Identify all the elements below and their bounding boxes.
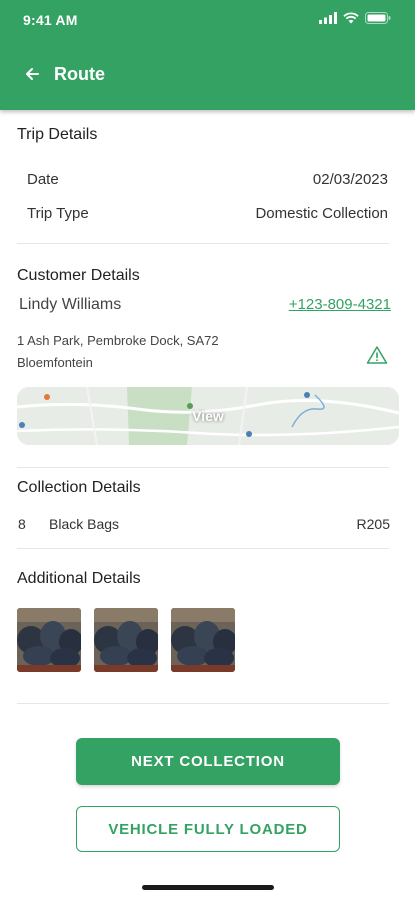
nav-bar: Route [20,62,105,86]
collection-item: Black Bags [49,516,120,532]
trip-type-label: Trip Type [27,205,89,222]
trip-type-value: Domestic Collection [255,205,388,222]
map-preview[interactable]: View [17,387,399,445]
collection-quantity: 8 [18,516,26,532]
additional-details-title: Additional Details [17,570,141,587]
collection-price: R205 [356,516,390,532]
next-collection-button[interactable]: NEXT COLLECTION [76,738,340,785]
app-header: 9:41 AM Route [0,0,415,110]
status-icons [319,12,391,24]
garbage-bags-photo [94,608,158,672]
photo-thumbnail[interactable] [171,608,235,672]
customer-details-title: Customer Details [17,267,140,284]
customer-address-line1: 1 Ash Park, Pembroke Dock, SA72 [17,333,219,348]
divider [17,548,389,549]
garbage-bags-photo [171,608,235,672]
customer-phone-link[interactable]: +123-809-4321 [289,296,391,313]
back-button[interactable] [20,62,44,86]
date-value: 02/03/2023 [312,171,388,188]
vehicle-fully-loaded-button[interactable]: VEHICLE FULLY LOADED [76,806,340,852]
divider [17,467,389,468]
warning-button[interactable] [366,345,388,365]
warning-icon [366,346,388,364]
wifi-icon [343,12,359,24]
divider [17,703,389,704]
home-indicator [142,885,274,890]
customer-name: Lindy Williams [19,296,122,313]
map-view-label: View [192,408,224,424]
trip-details-title: Trip Details [17,126,98,143]
garbage-bags-photo [17,608,81,672]
customer-address-line2: Bloemfontein [17,355,93,370]
photo-thumbnail[interactable] [94,608,158,672]
status-time: 9:41 AM [23,12,78,28]
battery-icon [365,12,391,24]
status-bar: 9:41 AM [0,0,415,40]
photo-thumbnail[interactable] [17,608,81,672]
signal-icon [319,12,337,24]
divider [17,243,389,244]
collection-details-title: Collection Details [17,479,141,496]
arrow-left-icon [26,68,39,80]
page-title: Route [54,63,105,84]
date-label: Date [27,171,59,188]
